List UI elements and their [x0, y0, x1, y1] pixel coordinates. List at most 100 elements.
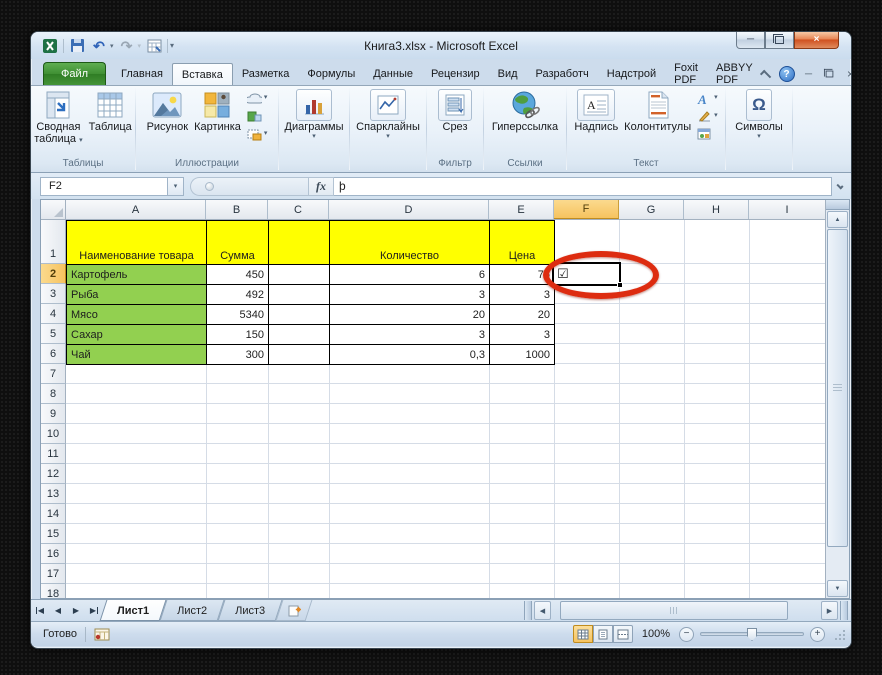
datasheet-view-button[interactable] [145, 37, 163, 54]
insert-worksheet-button[interactable] [275, 600, 313, 621]
slicer-button[interactable]: Срез [435, 88, 475, 133]
horizontal-split-handle-2[interactable] [840, 601, 848, 620]
expand-formula-bar-button[interactable] [832, 177, 847, 196]
cell-e3[interactable]: 3 [490, 285, 555, 305]
cell-d6[interactable]: 0,3 [330, 345, 490, 365]
cell-d5[interactable]: 3 [330, 325, 490, 345]
sparklines-button[interactable]: Спарклайны ▾ [353, 88, 423, 141]
column-header-c[interactable]: C [268, 200, 329, 219]
vertical-scrollbar[interactable]: ▲ ▼ [825, 200, 849, 598]
vertical-scroll-track[interactable] [827, 229, 848, 579]
row-header-11[interactable]: 11 [41, 444, 66, 464]
row-header-1[interactable]: 1 [41, 220, 66, 264]
horizontal-scroll-track[interactable] [552, 601, 820, 620]
cell-e4[interactable]: 20 [490, 305, 555, 325]
row-header-16[interactable]: 16 [41, 544, 66, 564]
textbox-button[interactable]: A Надпись [571, 88, 621, 133]
cell-c3[interactable] [269, 285, 330, 305]
sheet-tab-list3[interactable]: Лист3 [217, 600, 283, 621]
tab-view[interactable]: Вид [489, 63, 527, 85]
undo-button[interactable]: ↶ [90, 37, 108, 54]
scroll-up-button[interactable]: ▲ [827, 211, 848, 228]
cell-b5[interactable]: 150 [207, 325, 269, 345]
row-header-5[interactable]: 5 [41, 324, 66, 344]
clipart-button[interactable]: Картинка [191, 88, 244, 133]
cell-c6[interactable] [269, 345, 330, 365]
cell-a4[interactable]: Мясо [67, 305, 207, 325]
picture-button[interactable]: Рисунок [144, 88, 192, 133]
column-header-f-selected[interactable]: F [554, 200, 619, 219]
symbols-button[interactable]: Ω Символы ▾ [732, 88, 786, 141]
row-header-17[interactable]: 17 [41, 564, 66, 584]
redo-button[interactable]: ↷ [118, 37, 136, 54]
workbook-close-button[interactable]: × [844, 67, 851, 81]
macro-record-button[interactable] [94, 628, 110, 641]
help-button[interactable]: ? [778, 66, 795, 82]
select-all-corner[interactable] [41, 200, 66, 220]
cell-b6[interactable]: 300 [207, 345, 269, 365]
tab-formulas[interactable]: Формулы [298, 63, 364, 85]
cell-d2[interactable]: 6 [330, 265, 490, 285]
next-sheet-button[interactable]: ▶ [67, 600, 85, 621]
cell-b1[interactable]: Сумма [207, 221, 269, 265]
table-button[interactable]: Таблица [86, 88, 135, 133]
object-button[interactable] [697, 127, 718, 141]
selected-cell-f2[interactable]: ☑ [552, 262, 623, 288]
view-normal-button[interactable] [572, 625, 593, 643]
row-header-6[interactable]: 6 [41, 344, 66, 364]
scroll-right-button[interactable]: ▶ [821, 601, 838, 620]
cell-c1[interactable] [269, 221, 330, 265]
sheet-tab-list2[interactable]: Лист2 [159, 600, 225, 621]
tab-abbyy-pdf[interactable]: ABBYY PDF [707, 62, 762, 86]
tab-addins[interactable]: Надстрой [598, 63, 665, 85]
column-header-g[interactable]: G [619, 200, 684, 219]
tab-data[interactable]: Данные [364, 63, 422, 85]
tab-foxit-pdf[interactable]: Foxit PDF [665, 62, 707, 86]
zoom-slider-thumb[interactable] [747, 628, 757, 641]
save-button[interactable] [68, 37, 86, 54]
cell-e2[interactable]: 75 [490, 265, 555, 285]
column-header-a[interactable]: A [66, 200, 206, 219]
first-sheet-button[interactable]: ◀ [31, 600, 49, 621]
zoom-out-button[interactable]: − [679, 626, 694, 642]
cell-d1[interactable]: Количество [330, 221, 490, 265]
tab-developer[interactable]: Разработч [527, 63, 598, 85]
column-header-b[interactable]: B [206, 200, 268, 219]
shapes-button[interactable]: ▾ [246, 91, 267, 105]
cell-e1[interactable]: Цена [490, 221, 555, 265]
charts-button[interactable]: Диаграммы ▾ [282, 88, 347, 141]
vertical-scroll-thumb[interactable] [827, 229, 848, 547]
row-header-2-selected[interactable]: 2 [41, 264, 66, 284]
close-button[interactable]: × [794, 32, 839, 49]
customize-qat-button[interactable]: ▾ [170, 41, 174, 50]
formula-input[interactable]: þ [334, 176, 832, 196]
tab-file[interactable]: Файл [43, 62, 107, 85]
restore-button[interactable] [765, 32, 794, 49]
undo-dropdown[interactable]: ▾ [110, 42, 114, 50]
row-header-7[interactable]: 7 [41, 364, 66, 384]
sheet-tab-list1[interactable]: Лист1 [99, 600, 167, 621]
pivot-table-button[interactable]: Сводная таблица ▾ [31, 88, 85, 145]
row-header-18[interactable]: 18 [41, 584, 66, 598]
row-header-12[interactable]: 12 [41, 464, 66, 484]
cell-b4[interactable]: 5340 [207, 305, 269, 325]
scroll-left-button[interactable]: ◀ [534, 601, 551, 620]
redo-dropdown[interactable]: ▾ [138, 42, 142, 50]
row-header-4[interactable]: 4 [41, 304, 66, 324]
column-header-d[interactable]: D [329, 200, 489, 219]
smartart-button[interactable] [247, 109, 268, 123]
cell-d4[interactable]: 20 [330, 305, 490, 325]
signature-line-button[interactable]: ▾ [697, 109, 718, 123]
column-header-h[interactable]: H [684, 200, 749, 219]
cell-a5[interactable]: Сахар [67, 325, 207, 345]
resize-grip[interactable] [833, 629, 847, 643]
prev-sheet-button[interactable]: ◀ [49, 600, 67, 621]
view-page-layout-button[interactable] [592, 625, 613, 643]
cell-a6[interactable]: Чай [67, 345, 207, 365]
vertical-split-handle[interactable] [826, 200, 849, 210]
cell-b2[interactable]: 450 [207, 265, 269, 285]
cell-c2[interactable] [269, 265, 330, 285]
tab-review[interactable]: Рецензир [422, 63, 489, 85]
cell-a3[interactable]: Рыба [67, 285, 207, 305]
cell-e6[interactable]: 1000 [490, 345, 555, 365]
